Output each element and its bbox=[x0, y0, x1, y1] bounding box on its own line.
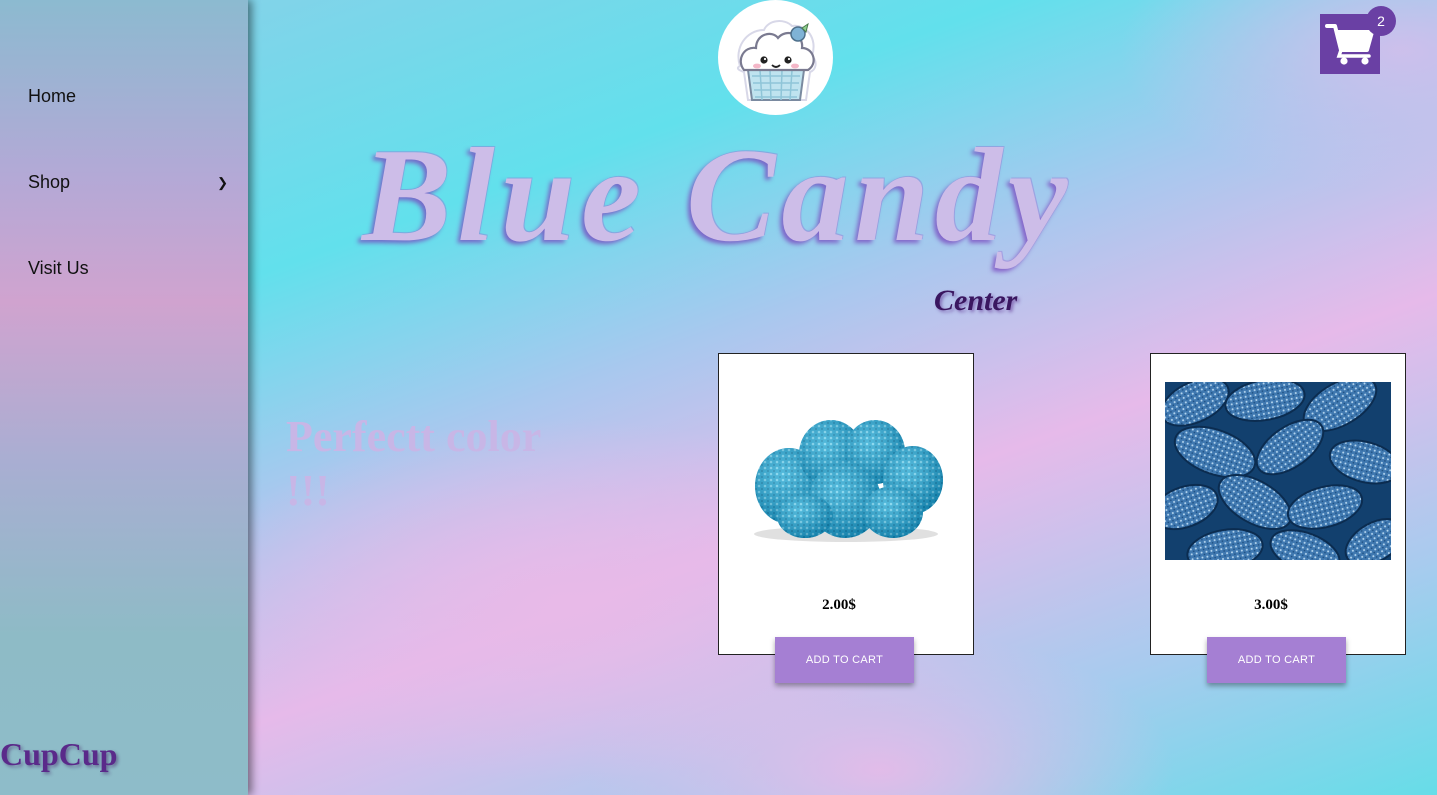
footer-brand: CupCup bbox=[0, 736, 118, 772]
product-price: 3.00$ bbox=[1254, 597, 1288, 613]
sidebar-item-shop[interactable]: Shop ❯ bbox=[28, 172, 228, 193]
product-card: 2.00$ ADD TO CART bbox=[718, 353, 974, 683]
product-price: 2.00$ bbox=[822, 597, 856, 613]
sidebar: Home Shop ❯ Visit Us CupCup bbox=[0, 0, 248, 795]
sidebar-item-label: Home bbox=[28, 86, 77, 106]
product-image[interactable] bbox=[1165, 382, 1391, 560]
hero-subtitle: Center bbox=[934, 284, 1018, 317]
hero-title: Blue Candy bbox=[362, 121, 1074, 269]
chevron-right-icon: ❯ bbox=[217, 174, 228, 190]
logo[interactable] bbox=[718, 0, 833, 115]
sidebar-item-home[interactable]: Home bbox=[28, 86, 228, 107]
cupcake-mascot-icon bbox=[736, 19, 817, 101]
tagline: Perfectt color !!! bbox=[286, 412, 541, 515]
sidebar-item-visit-us[interactable]: Visit Us bbox=[28, 258, 228, 279]
add-to-cart-button[interactable]: ADD TO CART bbox=[1207, 637, 1346, 683]
cart-count-badge: 2 bbox=[1366, 6, 1396, 36]
product-image[interactable] bbox=[733, 382, 959, 560]
sidebar-item-label: Shop bbox=[28, 172, 71, 192]
product-card: 3.00$ ADD TO CART bbox=[1150, 353, 1406, 683]
sidebar-item-label: Visit Us bbox=[28, 258, 89, 278]
add-to-cart-button[interactable]: ADD TO CART bbox=[775, 637, 914, 683]
